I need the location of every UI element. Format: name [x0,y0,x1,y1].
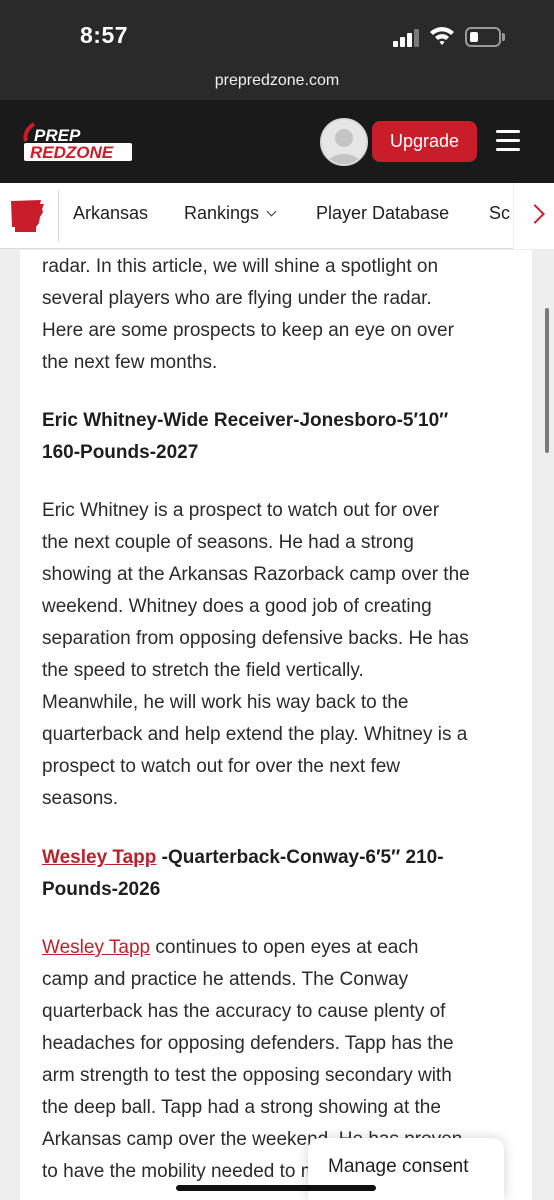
article-text-line: Wesley Tapp continues to open eyes at ea… [42,937,419,958]
article-text-line: quarterback has the accuracy to cause pl… [42,1001,446,1022]
article-text-line: arm strength to test the opposing second… [42,1065,452,1086]
player-heading: Wesley Tapp -Quarterback-Conway-6′5″ 210… [42,847,444,868]
article-text-line: the speed to stretch the field verticall… [42,660,364,681]
article-text-line: weekend. Whitney does a good job of crea… [42,596,432,617]
article-text-line: Here are some prospects to keep an eye o… [42,320,454,341]
player-heading: 160-Pounds-2027 [42,442,199,463]
user-avatar[interactable] [320,118,368,166]
player-heading: Eric Whitney-Wide Receiver-Jonesboro-5′1… [42,410,449,431]
site-logo[interactable]: PREP REDZONE [20,121,136,163]
article-text-line: Eric Whitney is a prospect to watch out … [42,500,440,521]
article-text-line: the next couple of seasons. He had a str… [42,532,414,553]
nav-item-player-database[interactable]: Player Database [316,203,449,224]
scrollbar[interactable] [545,308,549,453]
article-text-line: separation from opposing defensive backs… [42,628,469,649]
article-text-line: camp and practice he attends. The Conway [42,969,409,990]
upgrade-button[interactable]: Upgrade [372,121,477,162]
article-text-line: Meanwhile, he will work his way back to … [42,692,409,713]
article-text-line: the next few months. [42,352,218,373]
article-text-line: radar. In this article, we will shine a … [42,256,439,277]
article-text-line: prospect to watch out for over the next … [42,756,401,777]
hamburger-menu-icon[interactable] [496,130,520,152]
nav-item-arkansas[interactable]: Arkansas [73,203,148,224]
article-text-line: the deep ball. Tapp had a strong showing… [42,1097,441,1118]
article-text-line: several players who are flying under the… [42,288,432,309]
article-text-line: headaches for opposing defenders. Tapp h… [42,1033,454,1054]
battery-icon [465,27,501,47]
url-bar[interactable]: prepredzone.com [0,64,554,100]
arkansas-state-icon[interactable] [10,199,46,233]
cellular-signal-icon [393,29,419,47]
nav-item-rankings-label: Rankings [184,203,260,223]
player-link-wesley-tapp[interactable]: Wesley Tapp [42,937,150,958]
player-link-wesley-tapp[interactable]: Wesley Tapp [42,847,156,868]
chevron-down-icon [266,206,277,217]
article-text-line: seasons. [42,788,119,809]
nav-item-rankings[interactable]: Rankings [184,203,277,224]
player-heading: Pounds-2026 [42,879,161,900]
status-bar: 8:57 [0,0,554,64]
wifi-icon [430,27,454,45]
home-indicator [176,1185,376,1191]
article-text-line: quarterback and help extend the play. Wh… [42,724,468,745]
article-text-line: showing at the Arkansas Razorback camp o… [42,564,470,585]
logo-text-redzone: REDZONE [30,143,114,162]
status-time: 8:57 [80,22,129,48]
nav-item-truncated[interactable]: Sc [489,203,510,224]
